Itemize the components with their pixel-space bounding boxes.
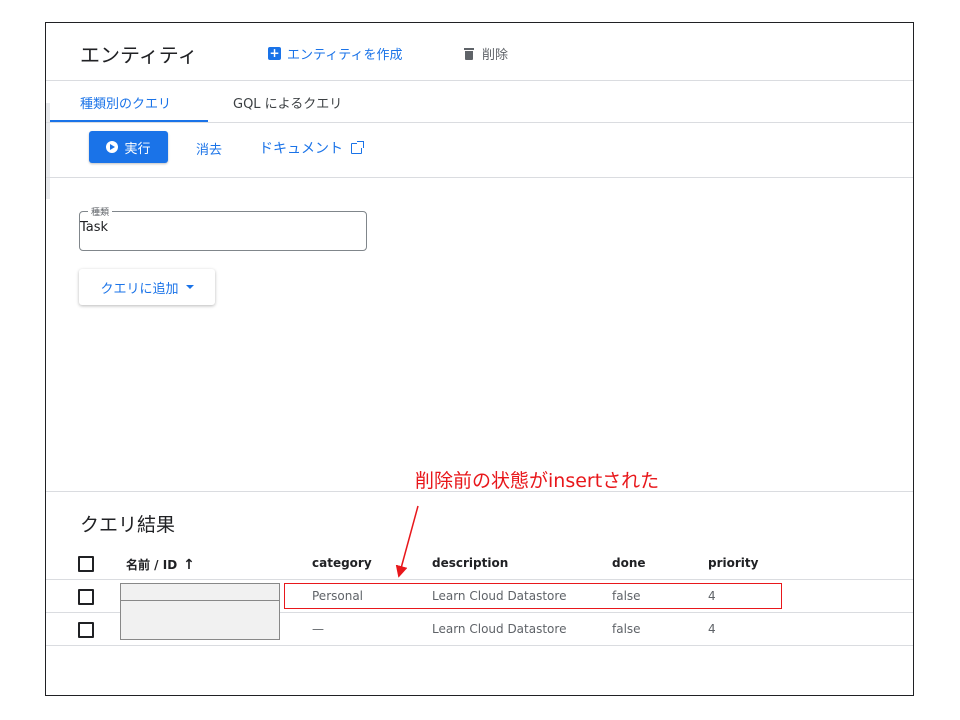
active-tab-indicator	[50, 120, 208, 122]
table-row[interactable]: — Learn Cloud Datastore false 4	[46, 600, 913, 646]
query-toolbar: 実行 消去 ドキュメント	[46, 123, 913, 178]
chevron-down-icon	[185, 285, 194, 289]
documentation-label: ドキュメント	[259, 141, 343, 157]
tab-gql-query[interactable]: GQL によるクエリ	[233, 93, 342, 112]
trash-icon	[464, 47, 474, 60]
cell-description: Learn Cloud Datastore	[432, 622, 567, 636]
arrow-up-icon: ↑	[183, 557, 195, 573]
row-checkbox[interactable]	[78, 622, 94, 638]
column-header-priority[interactable]: priority	[708, 556, 758, 570]
tab-query-by-kind[interactable]: 種類別のクエリ	[80, 93, 171, 112]
cell-category: —	[312, 622, 324, 636]
cell-done: false	[612, 622, 641, 636]
page-header: エンティティ + エンティティを作成 削除	[46, 23, 913, 81]
kind-field-label: 種類	[88, 205, 113, 218]
clear-button[interactable]: 消去	[196, 139, 222, 158]
column-header-done[interactable]: done	[612, 556, 646, 570]
play-icon	[106, 141, 119, 153]
query-tabs: 種類別のクエリ GQL によるクエリ	[46, 81, 913, 123]
kind-input[interactable]	[79, 211, 367, 251]
select-all-checkbox[interactable]	[78, 556, 94, 572]
external-link-icon	[351, 140, 364, 154]
redacted-name-box	[120, 600, 280, 640]
add-to-query-label: クエリに追加	[100, 281, 179, 297]
delete-label: 削除	[482, 48, 509, 63]
results-header-row: 名前 / ID ↑ category description done prior…	[46, 547, 913, 580]
results-title: クエリ結果	[80, 514, 176, 536]
run-label: 実行	[124, 141, 151, 157]
annotation-highlight-box	[284, 583, 782, 609]
column-header-name-label: 名前 / ID	[126, 558, 178, 572]
cell-priority: 4	[708, 622, 716, 636]
delete-button[interactable]: 削除	[464, 44, 508, 63]
kind-field-value: Task	[80, 220, 109, 235]
page-title: エンティティ	[80, 43, 198, 67]
run-button[interactable]: 実行	[89, 131, 168, 163]
create-entity-button[interactable]: + エンティティを作成	[268, 44, 402, 63]
column-header-name[interactable]: 名前 / ID ↑	[126, 556, 195, 573]
add-to-query-button[interactable]: クエリに追加	[79, 269, 215, 305]
plus-icon: +	[268, 46, 281, 60]
column-header-description[interactable]: description	[432, 556, 508, 570]
row-checkbox[interactable]	[78, 589, 94, 605]
annotation-text: 削除前の状態がinsertされた	[415, 470, 660, 492]
column-header-category[interactable]: category	[312, 556, 372, 570]
create-entity-label: エンティティを作成	[287, 48, 403, 63]
documentation-link[interactable]: ドキュメント	[259, 138, 364, 158]
